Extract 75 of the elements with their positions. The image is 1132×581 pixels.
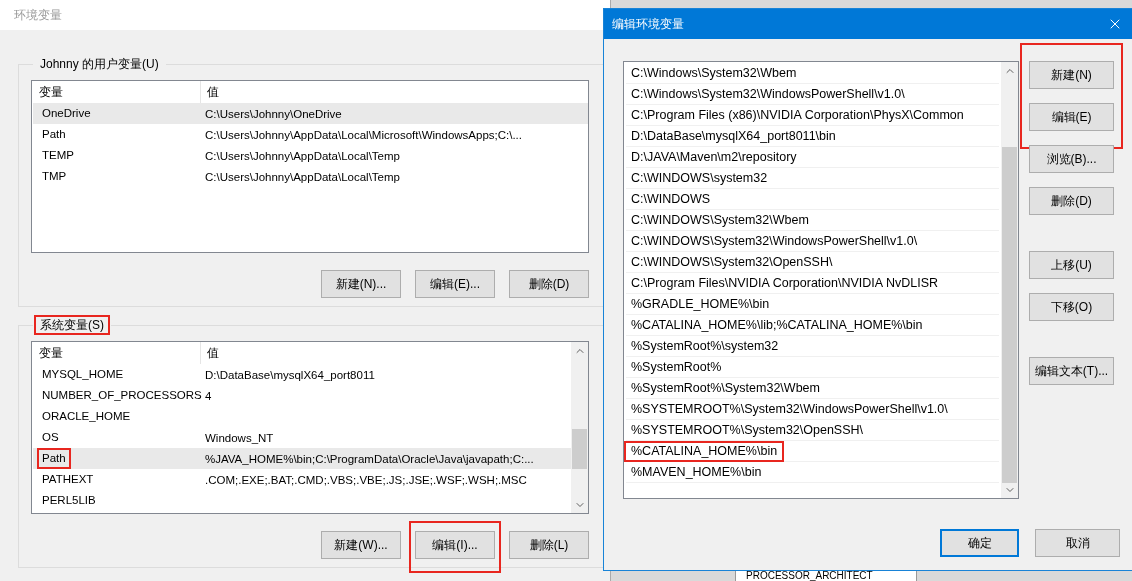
window-title: 编辑环境变量 [612, 15, 684, 33]
variable-value: Windows_NT [204, 431, 275, 444]
variable-name: TMP [41, 169, 68, 184]
path-entry[interactable]: C:\WINDOWS [624, 188, 718, 210]
variable-name: PERL5LIB [41, 493, 97, 508]
variable-value: C:\Users\Johnny\AppData\Local\Temp [204, 149, 401, 162]
path-entry[interactable]: D:\DataBase\mysqlX64_port8011\bin [624, 125, 843, 147]
path-entry[interactable]: D:\JAVA\Maven\m2\repository [624, 146, 804, 168]
dialog-button[interactable]: 新建(N) [1029, 61, 1114, 89]
dialog-button[interactable]: 删除(L) [509, 531, 589, 559]
path-entry[interactable]: C:\Program Files (x86)\NVIDIA Corporation\PhysX\Common [624, 104, 971, 126]
variable-row[interactable]: MYSQL_HOME D:\DataBase\mysqlX64_port8011 [33, 364, 571, 385]
variable-name: TEMP [41, 148, 75, 163]
dialog-button[interactable]: 编辑(I)... [415, 531, 495, 559]
path-entry[interactable]: C:\Windows\System32\Wbem [624, 62, 804, 84]
variable-name: OS [41, 430, 60, 445]
variable-row[interactable]: TMP C:\Users\Johnny\AppData\Local\Temp [33, 166, 588, 187]
variable-row[interactable]: TEMP C:\Users\Johnny\AppData\Local\Temp [33, 145, 588, 166]
path-entry[interactable]: C:\WINDOWS\System32\Wbem [624, 209, 816, 231]
dialog-button[interactable]: 删除(D) [1029, 187, 1114, 215]
path-entry[interactable]: %CATALINA_HOME%\bin [624, 440, 785, 462]
path-entry[interactable]: %MAVEN_HOME%\bin [624, 461, 769, 483]
background-text: PROCESSOR_ARCHITECT [746, 571, 873, 581]
variable-name: ORACLE_HOME [41, 409, 132, 424]
dialog-button[interactable]: 删除(D) [509, 270, 589, 298]
path-entry[interactable]: %SYSTEMROOT%\System32\WindowsPowerShell\v1.0\ [624, 398, 955, 420]
variable-row[interactable]: OneDrive C:\Users\Johnny\OneDrive [33, 103, 588, 124]
path-entry[interactable]: C:\Program Files\NVIDIA Corporation\NVIDIA NvDLISR [624, 272, 946, 294]
variable-name: Path [37, 448, 71, 469]
path-entry[interactable]: %SYSTEMROOT%\System32\OpenSSH\ [624, 419, 870, 441]
variable-row[interactable]: Path C:\Users\Johnny\AppData\Local\Microsoft\WindowsApps;C:\... [33, 124, 588, 145]
path-entry[interactable]: %SystemRoot%\System32\Wbem [624, 377, 827, 399]
column-header[interactable]: 值 [201, 81, 588, 103]
variable-row[interactable]: PERL5LIB [33, 490, 571, 511]
variable-value: C:\Users\Johnny\AppData\Local\Microsoft\WindowsApps;C:\... [204, 128, 523, 141]
variable-row[interactable]: PATHEXT .COM;.EXE;.BAT;.CMD;.VBS;.VBE;.JS;.JSE;.WSF;.WSH;.MSC [33, 469, 571, 490]
variable-value: C:\Users\Johnny\AppData\Local\Temp [204, 170, 401, 183]
variable-name: MYSQL_HOME [41, 367, 125, 382]
dialog-button[interactable]: 浏览(B)... [1029, 145, 1114, 173]
ok-button[interactable]: 确定 [940, 529, 1019, 557]
variable-value: %JAVA_HOME%\bin;C:\ProgramData\Oracle\Java\javapath;C:... [204, 452, 535, 465]
path-entry[interactable]: C:\WINDOWS\System32\OpenSSH\ [624, 251, 840, 273]
path-entry[interactable]: C:\WINDOWS\System32\WindowsPowerShell\v1.0\ [624, 230, 925, 252]
variable-value: 4 [204, 389, 213, 402]
variable-value: C:\Users\Johnny\OneDrive [204, 107, 343, 120]
variable-row[interactable]: OS Windows_NT [33, 427, 571, 448]
window-title: 环境变量 [14, 6, 62, 24]
variable-name: Path [41, 127, 67, 142]
path-entry[interactable]: C:\WINDOWS\system32 [624, 167, 775, 189]
variable-row[interactable]: NUMBER_OF_PROCESSORS 4 [33, 385, 571, 406]
path-entry[interactable]: %SystemRoot%\system32 [624, 335, 786, 357]
path-entry[interactable]: %GRADLE_HOME%\bin [624, 293, 777, 315]
variable-name: NUMBER_OF_PROCESSORS [41, 388, 203, 403]
variable-row[interactable]: ORACLE_HOME [33, 406, 571, 427]
path-entry[interactable]: C:\Windows\System32\WindowsPowerShell\v1.0\ [624, 83, 912, 105]
column-header[interactable]: 值 [201, 342, 571, 364]
dialog-button[interactable]: 编辑文本(T)... [1029, 357, 1114, 385]
dialog-button[interactable]: 新建(N)... [321, 270, 401, 298]
dialog-button[interactable]: 新建(W)... [321, 531, 401, 559]
variable-list[interactable]: 变量 值 OneDrive C:\Users\Johnny\OneDrive Path C:\Users\Johnny\AppData\Local\Microsoft\WindowsApps;C:\... TEMP C:\Users\Johnny\AppData\Local\Temp TMP C:\Users\Johnny\AppData\Local\Temp [31, 80, 589, 253]
path-entry[interactable]: %SystemRoot% [624, 356, 729, 378]
path-entry[interactable]: %CATALINA_HOME%\lib;%CATALINA_HOME%\bin [624, 314, 930, 336]
variable-name: OneDrive [41, 106, 92, 121]
dialog-button[interactable]: 上移(U) [1029, 251, 1114, 279]
column-header[interactable]: 变量 [33, 342, 201, 364]
variable-row[interactable]: Path %JAVA_HOME%\bin;C:\ProgramData\Oracle\Java\javapath;C:... [33, 448, 571, 469]
dialog-button[interactable]: 下移(O) [1029, 293, 1114, 321]
variable-name: PATHEXT [41, 472, 95, 487]
group-label: 系统变量(S) [34, 315, 110, 335]
variable-value: .COM;.EXE;.BAT;.CMD;.VBS;.VBE;.JS;.JSE;.WSF;.WSH;.MSC [204, 473, 528, 486]
dialog-button[interactable]: 编辑(E)... [415, 270, 495, 298]
variable-value: D:\DataBase\mysqlX64_port8011 [204, 368, 376, 381]
group-label: Johnny 的用户变量(U) [39, 56, 160, 73]
cancel-button[interactable]: 取消 [1035, 529, 1120, 557]
dialog-button[interactable]: 编辑(E) [1029, 103, 1114, 131]
